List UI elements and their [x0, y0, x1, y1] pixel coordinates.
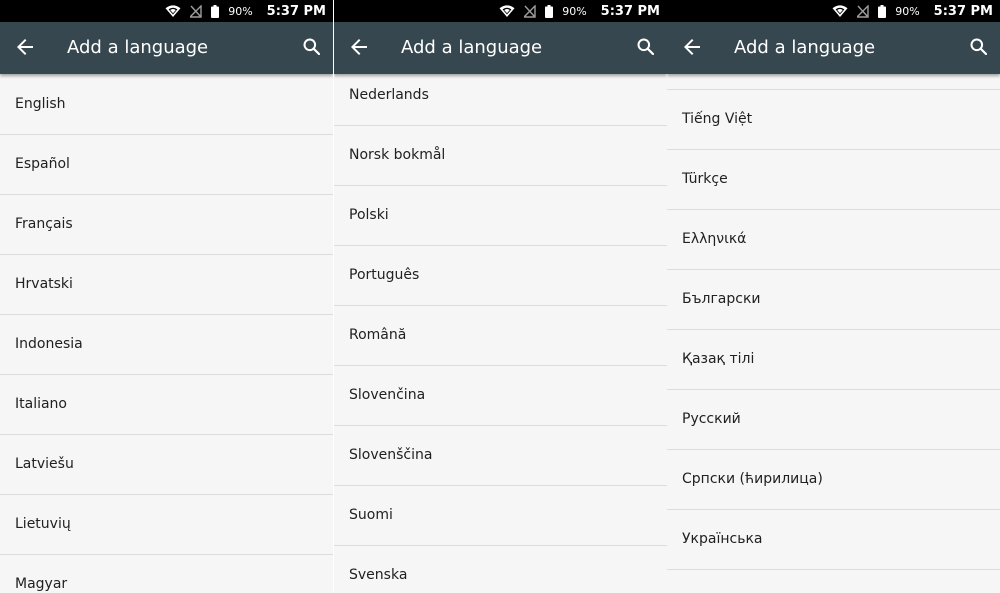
language-item[interactable]: Română [334, 306, 667, 366]
no-signal-icon [524, 4, 536, 18]
status-bar: 90% 5:37 PM [667, 0, 1000, 22]
phone-screen-1: 90% 5:37 PM Add a language English Españ… [0, 0, 333, 593]
battery-percentage: 90% [562, 4, 587, 18]
status-time: 5:37 PM [933, 3, 993, 19]
no-signal-icon [190, 4, 202, 18]
search-icon [970, 38, 987, 59]
language-list: Tiếng Việt Türkçe Ελληνικά Български Қаз… [667, 30, 1000, 570]
language-item[interactable]: Latviešu [0, 435, 333, 495]
language-list: Nederlands Norsk bokmål Polski Português… [334, 66, 667, 593]
search-icon [637, 38, 654, 59]
status-time: 5:37 PM [266, 3, 326, 19]
language-item[interactable]: Italiano [0, 375, 333, 435]
search-button[interactable] [963, 33, 993, 63]
battery-percentage: 90% [228, 4, 253, 18]
language-item[interactable]: Norsk bokmål [334, 126, 667, 186]
search-icon [303, 38, 320, 59]
language-item[interactable]: Suomi [334, 486, 667, 546]
language-item[interactable]: Indonesia [0, 315, 333, 375]
language-item[interactable]: Tiếng Việt [667, 90, 1000, 150]
page-title: Add a language [67, 37, 209, 58]
phone-screen-2: 90% 5:37 PM Add a language Nederlands No… [334, 0, 667, 593]
status-bar: 90% 5:37 PM [0, 0, 333, 22]
app-bar: Add a language [334, 22, 667, 74]
back-button[interactable] [11, 35, 39, 63]
phone-screen-3: 90% 5:37 PM Add a language Tiếng Việt Tü… [667, 0, 1000, 593]
battery-icon [545, 4, 554, 18]
language-item[interactable]: Türkçe [667, 150, 1000, 210]
language-item[interactable]: Қазақ тілі [667, 330, 1000, 390]
language-item[interactable]: Magyar [0, 555, 333, 593]
language-item[interactable]: Nederlands [334, 66, 667, 126]
wifi-icon [165, 4, 181, 18]
app-bar: Add a language [0, 22, 333, 74]
search-button[interactable] [296, 33, 326, 63]
language-item[interactable]: English [0, 75, 333, 135]
language-item[interactable]: Ελληνικά [667, 210, 1000, 270]
language-item[interactable]: Español [0, 135, 333, 195]
status-time: 5:37 PM [600, 3, 660, 19]
wifi-icon [499, 4, 515, 18]
app-bar: Add a language [667, 22, 1000, 74]
language-item[interactable]: Polski [334, 186, 667, 246]
arrow-back-icon [683, 38, 701, 60]
language-item[interactable]: Slovenščina [334, 426, 667, 486]
search-button[interactable] [630, 33, 660, 63]
language-item[interactable]: Português [334, 246, 667, 306]
status-icons: 90% 5:37 PM [499, 0, 660, 22]
status-icons: 90% 5:37 PM [165, 0, 326, 22]
language-item[interactable]: Русский [667, 390, 1000, 450]
status-icons: 90% 5:37 PM [832, 0, 993, 22]
arrow-back-icon [16, 38, 34, 60]
page-title: Add a language [401, 37, 543, 58]
back-button[interactable] [345, 35, 373, 63]
status-bar: 90% 5:37 PM [334, 0, 667, 22]
arrow-back-icon [350, 38, 368, 60]
wifi-icon [832, 4, 848, 18]
language-item[interactable]: Français [0, 195, 333, 255]
language-item[interactable]: Svenska [334, 546, 667, 593]
language-item[interactable]: Српски (ћирилица) [667, 450, 1000, 510]
language-item[interactable]: Lietuvių [0, 495, 333, 555]
battery-icon [878, 4, 887, 18]
language-item[interactable]: Hrvatski [0, 255, 333, 315]
no-signal-icon [857, 4, 869, 18]
battery-icon [211, 4, 220, 18]
language-item[interactable]: Slovenčina [334, 366, 667, 426]
page-title: Add a language [734, 37, 876, 58]
language-item[interactable]: Български [667, 270, 1000, 330]
back-button[interactable] [678, 35, 706, 63]
language-list: English Español Français Hrvatski Indone… [0, 75, 333, 593]
battery-percentage: 90% [895, 4, 920, 18]
language-item[interactable]: Українська [667, 510, 1000, 570]
screenshot-collage: 90% 5:37 PM Add a language English Españ… [0, 0, 1000, 593]
